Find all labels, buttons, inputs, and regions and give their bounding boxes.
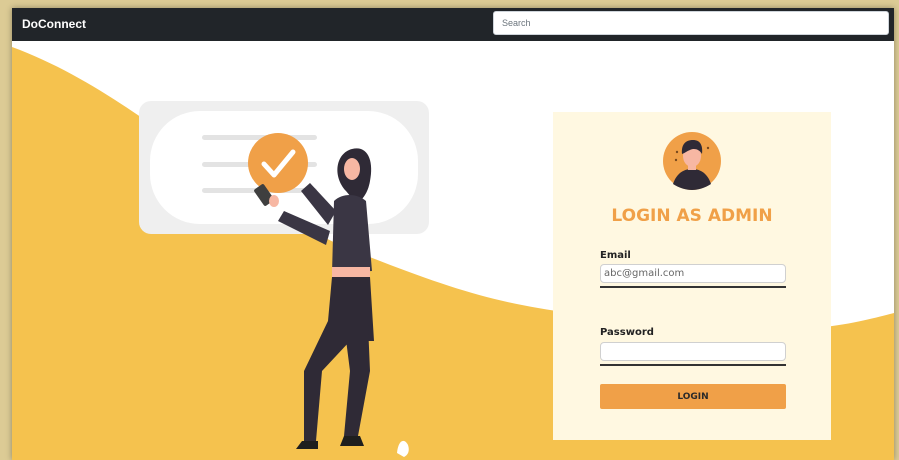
login-card: LOGIN AS ADMIN Email Password LOGIN bbox=[553, 112, 831, 440]
login-button[interactable]: LOGIN bbox=[600, 384, 786, 409]
email-field[interactable] bbox=[600, 264, 786, 283]
brand-logo[interactable]: DoConnect bbox=[22, 17, 86, 31]
check-icon bbox=[248, 133, 308, 193]
admin-avatar-icon bbox=[663, 132, 721, 190]
email-label: Email bbox=[600, 250, 631, 261]
browser-frame: DoConnect Search LOGIN AS ADMIN Email ab… bbox=[12, 8, 894, 460]
navbar: DoConnect bbox=[12, 8, 894, 41]
search-input[interactable] bbox=[493, 11, 889, 35]
password-field[interactable] bbox=[600, 342, 786, 361]
email-underline bbox=[600, 286, 786, 288]
login-title: LOGIN AS ADMIN bbox=[611, 206, 773, 226]
password-underline bbox=[600, 364, 786, 366]
password-label: Password bbox=[600, 327, 654, 338]
